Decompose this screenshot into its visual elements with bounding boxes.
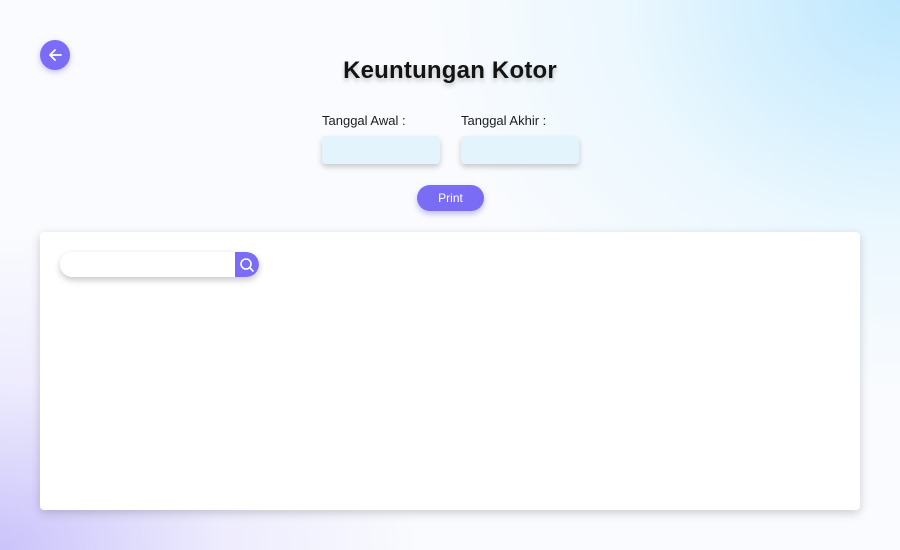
results-panel xyxy=(40,232,860,510)
search-button[interactable] xyxy=(235,252,259,277)
start-date-label: Tanggal Awal : xyxy=(322,113,406,128)
search-bar xyxy=(60,252,259,277)
end-date-label: Tanggal Akhir : xyxy=(461,113,547,128)
end-date-input[interactable] xyxy=(461,136,579,164)
search-icon xyxy=(239,257,255,273)
start-date-input[interactable] xyxy=(322,136,440,164)
print-button[interactable]: Print xyxy=(417,185,484,211)
search-input[interactable] xyxy=(60,252,235,277)
page-title: Keuntungan Kotor xyxy=(343,57,557,84)
